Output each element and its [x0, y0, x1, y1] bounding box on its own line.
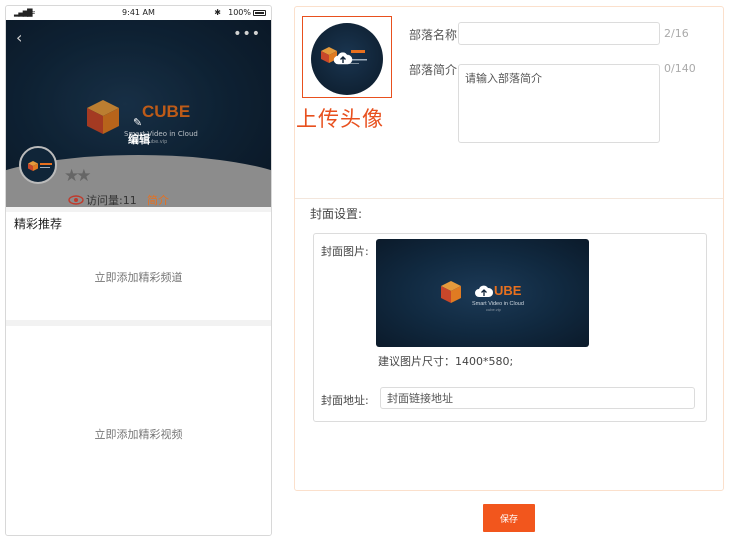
status-bar: ▂▄▆█ ≈ 9:41 AM ✱ 100% — [6, 6, 271, 20]
svg-text:UBE: UBE — [494, 283, 522, 298]
battery-percent: 100% — [228, 8, 251, 17]
add-channel-link[interactable]: 立即添加精彩频道 — [6, 269, 271, 285]
upload-avatar-caption: 上传头像 — [296, 107, 384, 131]
cover-url-input[interactable] — [380, 387, 695, 409]
cover-size-hint: 建议图片尺寸：1400*580; — [378, 355, 514, 368]
avatar[interactable] — [19, 146, 57, 184]
eye-icon — [68, 195, 84, 205]
cover-image-label: 封面图片: — [321, 245, 369, 258]
add-video-link[interactable]: 立即添加精彩视频 — [6, 426, 271, 442]
preview-cover[interactable]: ‹ ••• CUBE Smart Video in Cloud cube.vip… — [6, 20, 271, 207]
tribe-intro-label: 部落简介: — [409, 63, 462, 77]
tribe-intro-counter: 0/140 — [664, 62, 696, 75]
cover-image-preview: UBE Smart Video in Cloud cube.vip — [441, 281, 524, 312]
featured-channels-section: 精彩推荐 立即添加精彩频道 — [6, 212, 271, 320]
cover-image-upload[interactable]: UBE Smart Video in Cloud cube.vip — [376, 239, 589, 347]
svg-text:cube.vip: cube.vip — [486, 307, 502, 312]
edit-cover-button[interactable]: 编辑 — [128, 131, 150, 147]
mobile-preview: ▂▄▆█ ≈ 9:41 AM ✱ 100% ‹ ••• CUBE Smart V… — [5, 5, 272, 536]
tribe-name-input[interactable] — [458, 22, 660, 45]
save-button[interactable]: 保存 — [483, 504, 535, 532]
section-title: 精彩推荐 — [14, 217, 63, 231]
visit-count: 访问量:11 — [86, 194, 137, 207]
intro-link[interactable]: 简介 — [147, 192, 169, 207]
tribe-settings-panel: 上传头像 部落名称: 2/16 部落简介: 0/140 封面设置: 封面图片: … — [294, 6, 724, 491]
avatar-upload-highlight[interactable] — [302, 16, 392, 98]
cover-settings-title: 封面设置: — [310, 207, 363, 221]
featured-videos-section: 立即添加精彩视频 — [6, 326, 271, 535]
tribe-name-label: 部落名称: — [409, 28, 462, 42]
divider — [295, 198, 723, 199]
edit-icon[interactable]: ✎ — [133, 116, 145, 129]
tribe-name-counter: 2/16 — [664, 27, 689, 40]
upload-cloud-icon[interactable] — [333, 51, 353, 67]
cover-settings-box: 封面图片: UBE Smart Video in Cloud cube.vip … — [313, 233, 707, 422]
cover-url-label: 封面地址: — [321, 394, 369, 407]
tribe-intro-textarea[interactable] — [458, 64, 660, 143]
rating-stars: ★★ — [64, 166, 92, 186]
bluetooth-icon: ✱ — [214, 8, 221, 17]
battery-icon — [253, 10, 266, 16]
